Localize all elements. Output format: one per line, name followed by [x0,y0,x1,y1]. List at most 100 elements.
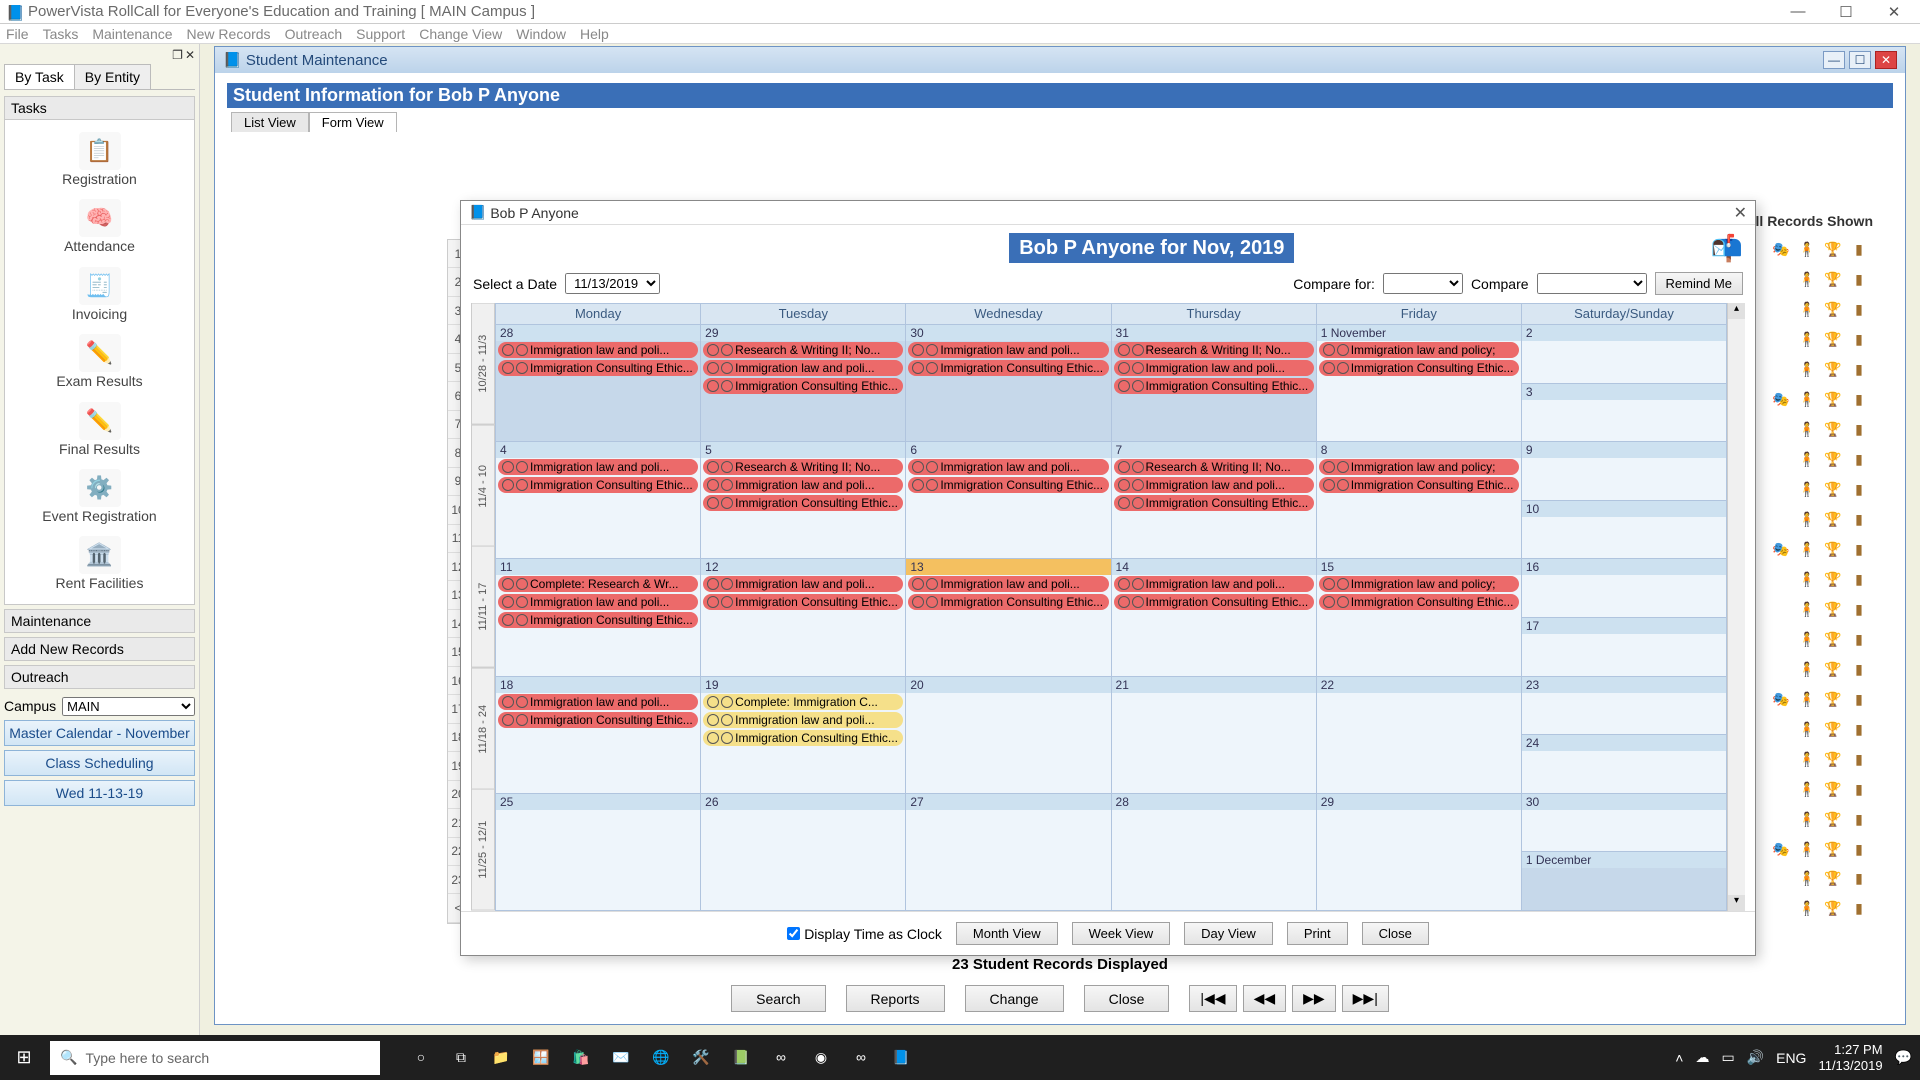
calendar-event[interactable]: Immigration law and poli... [498,594,698,610]
calendar-event[interactable]: Immigration law and poli... [703,477,903,493]
detail-icon[interactable]: ▮ [1849,779,1869,799]
explorer-icon[interactable]: 📁 [486,1049,516,1066]
calendar-cell[interactable]: 30Immigration law and poli...Immigration… [906,324,1111,441]
calendar-cell[interactable]: 31Research & Writing II; No...Immigratio… [1112,324,1317,441]
chrome-icon[interactable]: 🌐 [646,1049,676,1066]
mailbox-icon[interactable]: 📬 [1711,233,1743,264]
detail-icon[interactable]: ▮ [1849,899,1869,919]
detail-icon[interactable]: ▮ [1849,629,1869,649]
detail-icon[interactable]: ▮ [1849,569,1869,589]
calendar-event[interactable]: Immigration law and poli... [1114,477,1314,493]
mdi-close[interactable]: ✕ [1875,51,1897,69]
person-icon[interactable]: 🧍 [1797,629,1817,649]
calendar-event[interactable]: Immigration Consulting Ethic... [498,477,698,493]
maximize-button[interactable]: ☐ [1826,3,1866,21]
search-button[interactable]: Search [731,985,825,1012]
calendar-event[interactable]: Research & Writing II; No... [1114,459,1314,475]
month-view-button[interactable]: Month View [956,922,1058,945]
app-icon-6[interactable]: 📘 [886,1049,916,1066]
calendar-event[interactable]: Immigration law and poli... [703,360,903,376]
menu-file[interactable]: File [6,26,29,42]
calendar-cell[interactable]: 19Complete: Immigration C...Immigration … [701,676,906,793]
calendar-event[interactable]: Immigration Consulting Ethic... [703,730,903,746]
person-icon[interactable]: 🧍 [1797,869,1817,889]
calendar-event[interactable]: Immigration Consulting Ethic... [1114,378,1314,394]
calendar-event[interactable]: Immigration law and poli... [498,694,698,710]
trophy-icon[interactable]: 🏆 [1823,540,1843,560]
detail-icon[interactable]: ▮ [1849,689,1869,709]
calendar-close-icon[interactable]: ✕ [1734,203,1747,223]
calendar-event[interactable]: Research & Writing II; No... [703,342,903,358]
cortana-icon[interactable]: ○ [406,1049,436,1066]
tab-by-task[interactable]: By Task [4,64,75,89]
calendar-cell[interactable]: 7Research & Writing II; No...Immigration… [1112,441,1317,558]
nav-last[interactable]: ▶▶| [1342,985,1389,1012]
trophy-icon[interactable]: 🏆 [1823,360,1843,380]
person-icon[interactable]: 🧍 [1797,689,1817,709]
person-icon[interactable]: 🧍 [1797,480,1817,500]
calendar-event[interactable]: Immigration Consulting Ethic... [498,612,698,628]
person-icon[interactable]: 🧍 [1797,809,1817,829]
trophy-icon[interactable]: 🏆 [1823,809,1843,829]
person-icon[interactable]: 🧍 [1797,540,1817,560]
mask-icon[interactable]: 🎭 [1771,240,1791,260]
detail-icon[interactable]: ▮ [1849,360,1869,380]
person-icon[interactable]: 🧍 [1797,569,1817,589]
menu-window[interactable]: Window [516,26,566,42]
calendar-event[interactable]: Immigration Consulting Ethic... [1319,477,1519,493]
tab-by-entity[interactable]: By Entity [74,64,151,89]
person-icon[interactable]: 🧍 [1797,599,1817,619]
calendar-cell[interactable]: 25 [496,793,701,910]
calendar-cell[interactable]: 12Immigration law and poli...Immigration… [701,558,906,675]
calendar-cell[interactable]: 27 [906,793,1111,910]
calendar-cell[interactable]: 11Complete: Research & Wr...Immigration … [496,558,701,675]
calendar-cell[interactable]: 28Immigration law and poli...Immigration… [496,324,701,441]
person-icon[interactable]: 🧍 [1797,510,1817,530]
task-exam-results[interactable]: ✏️Exam Results [5,328,194,395]
calendar-cell[interactable]: 301 December [1522,793,1727,910]
person-icon[interactable]: 🧍 [1797,240,1817,260]
person-icon[interactable]: 🧍 [1797,899,1817,919]
task-event-registration[interactable]: ⚙️Event Registration [5,463,194,530]
day-view-button[interactable]: Day View [1184,922,1273,945]
campus-select[interactable]: MAIN [62,697,195,716]
calendar-cell[interactable]: 2324 [1522,676,1727,793]
calendar-event[interactable]: Immigration law and poli... [1114,360,1314,376]
calendar-event[interactable]: Immigration law and poli... [908,576,1108,592]
section-add-new-records[interactable]: Add New Records [4,637,195,661]
calendar-cell[interactable]: 5Research & Writing II; No...Immigration… [701,441,906,558]
calendar-event[interactable]: Immigration law and poli... [908,342,1108,358]
volume-icon[interactable]: 🔊 [1747,1049,1764,1066]
reports-button[interactable]: Reports [846,985,945,1012]
compare-for-select[interactable] [1383,273,1463,294]
trophy-icon[interactable]: 🏆 [1823,450,1843,470]
detail-icon[interactable]: ▮ [1849,510,1869,530]
trophy-icon[interactable]: 🏆 [1823,390,1843,410]
person-icon[interactable]: 🧍 [1797,719,1817,739]
sidebar-close-icon[interactable]: ✕ [185,48,195,62]
trophy-icon[interactable]: 🏆 [1823,510,1843,530]
task-attendance[interactable]: 🧠Attendance [5,193,194,260]
trophy-icon[interactable]: 🏆 [1823,420,1843,440]
calendar-cell[interactable]: 18Immigration law and poli...Immigration… [496,676,701,793]
calendar-event[interactable]: Immigration Consulting Ethic... [1114,594,1314,610]
person-icon[interactable]: 🧍 [1797,360,1817,380]
person-icon[interactable]: 🧍 [1797,659,1817,679]
calendar-event[interactable]: Immigration Consulting Ethic... [703,378,903,394]
menu-change-view[interactable]: Change View [419,26,502,42]
app-icon-4[interactable]: 📗 [726,1049,756,1066]
compare-select[interactable] [1537,273,1647,294]
calendar-event[interactable]: Immigration law and poli... [703,712,903,728]
section-maintenance[interactable]: Maintenance [4,609,195,633]
detail-icon[interactable]: ▮ [1849,420,1869,440]
calendar-event[interactable]: Immigration Consulting Ethic... [908,360,1108,376]
person-icon[interactable]: 🧍 [1797,330,1817,350]
person-icon[interactable]: 🧍 [1797,450,1817,470]
calendar-event[interactable]: Immigration law and policy; [1319,576,1519,592]
detail-icon[interactable]: ▮ [1849,330,1869,350]
detail-icon[interactable]: ▮ [1849,659,1869,679]
trophy-icon[interactable]: 🏆 [1823,240,1843,260]
calendar-event[interactable]: Immigration Consulting Ethic... [908,594,1108,610]
detail-icon[interactable]: ▮ [1849,240,1869,260]
menu-maintenance[interactable]: Maintenance [92,26,172,42]
